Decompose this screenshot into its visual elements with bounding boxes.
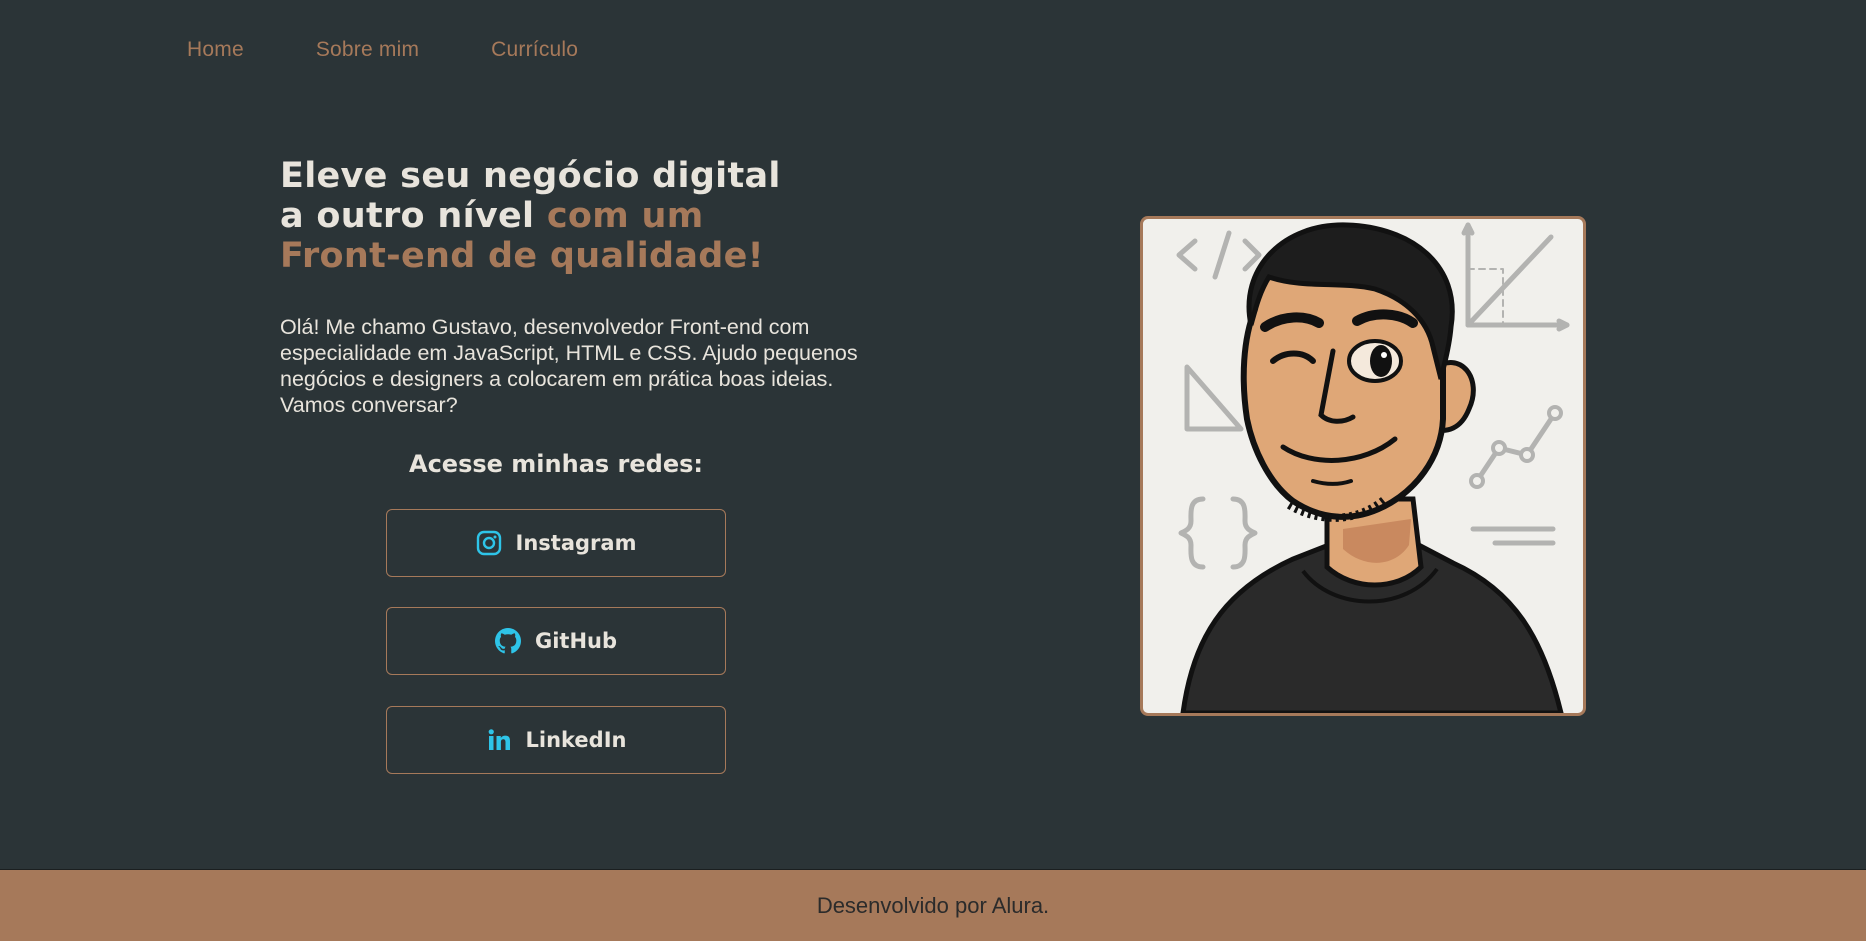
hero-title-accent-1: com um [546, 196, 704, 236]
nav-home-link[interactable]: Home [187, 38, 244, 62]
linkedin-icon [486, 727, 512, 753]
main-nav: Home Sobre mim Currículo [187, 38, 578, 62]
instagram-icon [476, 530, 502, 556]
portrait-frame [1140, 216, 1586, 716]
hero-title: Eleve seu negócio digital a outro nível c… [280, 156, 900, 276]
avatar-illustration [1176, 222, 1570, 713]
nav-sobre-mim-link[interactable]: Sobre mim [316, 38, 419, 62]
networks-title: Acesse minhas redes: [409, 450, 703, 478]
intro-paragraph: Olá! Me chamo Gustavo, desenvolvedor Fro… [280, 315, 858, 417]
github-button[interactable]: GitHub [386, 607, 726, 675]
linkedin-label: LinkedIn [525, 728, 627, 752]
hero-title-line2: a outro nível [280, 196, 547, 236]
instagram-button[interactable]: Instagram [386, 509, 726, 577]
linkedin-button[interactable]: LinkedIn [386, 706, 726, 774]
nav-curriculo-link[interactable]: Currículo [491, 38, 578, 62]
footer-text: Desenvolvido por Alura. [816, 892, 1050, 918]
hero-title-accent-2: Front-end de qualidade! [280, 236, 764, 276]
github-label: GitHub [534, 629, 618, 653]
hero-title-line1: Eleve seu negócio digital [280, 156, 781, 196]
footer: Desenvolvido por Alura. [0, 869, 1866, 941]
github-icon [494, 628, 521, 654]
instagram-label: Instagram [515, 531, 637, 555]
